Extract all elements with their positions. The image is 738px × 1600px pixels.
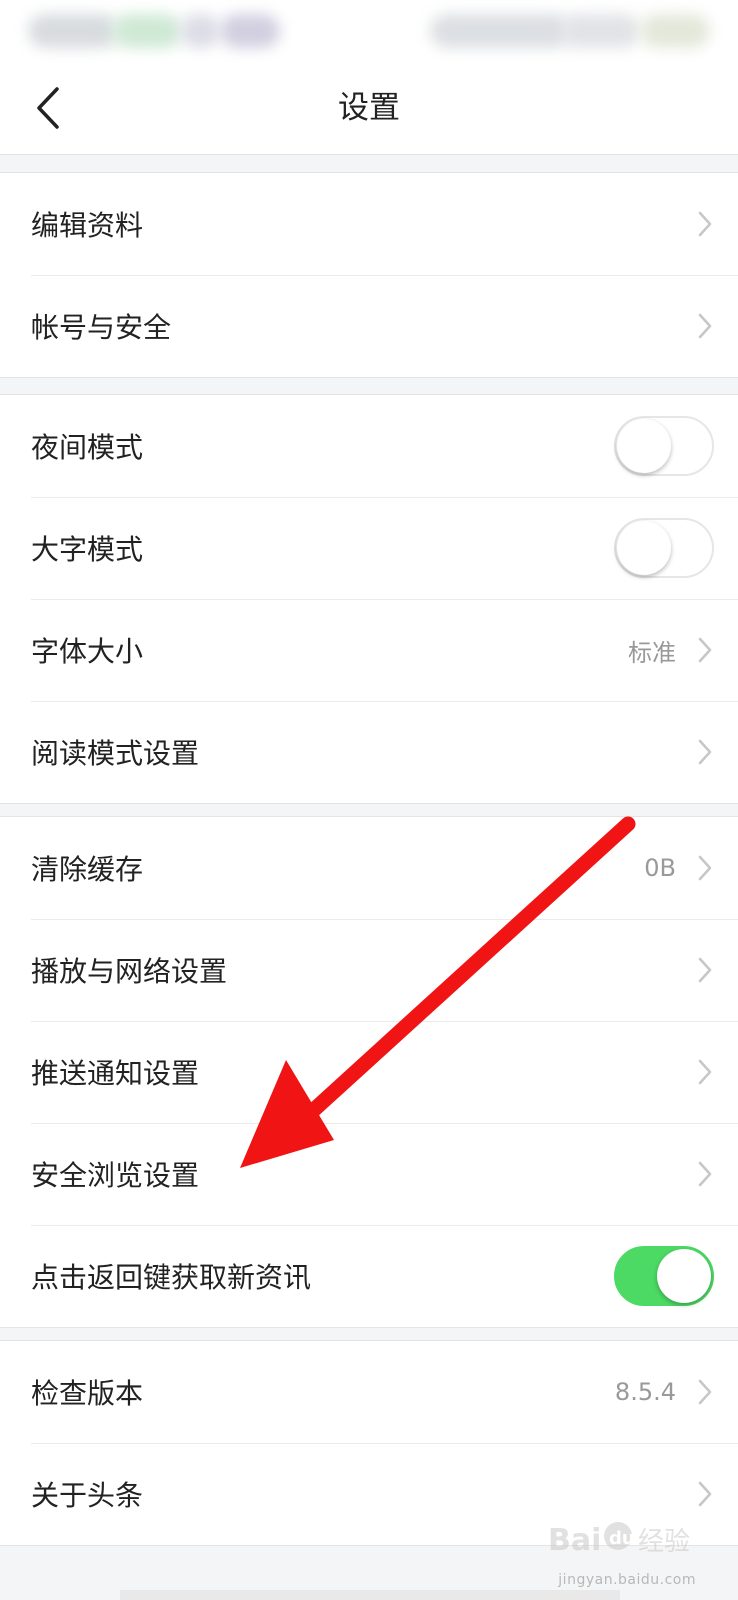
row-font-size[interactable]: 字体大小 标准: [0, 599, 738, 701]
row-label: 阅读模式设置: [31, 737, 200, 770]
row-label: 安全浏览设置: [31, 1159, 200, 1192]
settings-group-general: 清除缓存 0B 播放与网络设置 推送通知设置 安全浏览设置 点击返回键获取新资讯: [0, 816, 738, 1328]
settings-group-display: 夜间模式 大字模式 字体大小 标准 阅读模式设置: [0, 394, 738, 804]
night-mode-toggle[interactable]: [614, 416, 714, 476]
row-night-mode: 夜间模式: [0, 395, 738, 497]
page-title: 设置: [338, 90, 400, 126]
watermark-url: jingyan.baidu.com: [558, 1572, 696, 1588]
version-value: 8.5.4: [614, 1378, 676, 1406]
font-size-value: 标准: [628, 638, 676, 667]
row-label: 检查版本: [31, 1377, 144, 1410]
row-back-key-refresh: 点击返回键获取新资讯: [0, 1225, 738, 1327]
settings-screen: 设置 编辑资料 帐号与安全 夜间模式 大字模式 字体大小 标准 阅读模式设置 清…: [0, 0, 738, 1600]
row-label: 夜间模式: [31, 431, 144, 464]
chevron-right-icon: [696, 635, 714, 665]
row-label: 大字模式: [31, 533, 144, 566]
row-reading-mode-settings[interactable]: 阅读模式设置: [0, 701, 738, 803]
chevron-right-icon: [696, 1159, 714, 1189]
chevron-right-icon: [696, 1057, 714, 1087]
row-label: 清除缓存: [31, 853, 144, 886]
row-label: 关于头条: [31, 1479, 144, 1512]
row-label: 帐号与安全: [31, 311, 172, 344]
baidu-watermark-logo-icon: Bai du 经验: [548, 1522, 690, 1558]
back-key-refresh-toggle[interactable]: [614, 1246, 714, 1306]
svg-text:Bai: Bai: [548, 1523, 601, 1558]
row-playback-network-settings[interactable]: 播放与网络设置: [0, 919, 738, 1021]
back-button[interactable]: [26, 84, 70, 132]
row-label: 推送通知设置: [31, 1057, 200, 1090]
settings-group-profile: 编辑资料 帐号与安全: [0, 172, 738, 378]
row-safe-browsing-settings[interactable]: 安全浏览设置: [0, 1123, 738, 1225]
chevron-right-icon: [696, 1377, 714, 1407]
status-bar-blurred: [0, 0, 738, 62]
chevron-right-icon: [696, 853, 714, 883]
svg-text:经验: 经验: [638, 1527, 690, 1557]
row-label: 播放与网络设置: [31, 955, 228, 988]
large-text-mode-toggle[interactable]: [614, 518, 714, 578]
row-large-text-mode: 大字模式: [0, 497, 738, 599]
row-clear-cache[interactable]: 清除缓存 0B: [0, 817, 738, 919]
chevron-right-icon: [696, 1479, 714, 1509]
chevron-right-icon: [696, 209, 714, 239]
row-label: 字体大小: [31, 635, 144, 668]
bottom-partial-bar: [120, 1590, 620, 1600]
svg-text:du: du: [609, 1528, 635, 1549]
row-label: 点击返回键获取新资讯: [31, 1261, 312, 1294]
row-edit-profile[interactable]: 编辑资料: [0, 173, 738, 275]
navigation-bar: 设置: [0, 62, 738, 155]
back-arrow-icon: [37, 87, 59, 129]
chevron-right-icon: [696, 737, 714, 767]
chevron-right-icon: [696, 311, 714, 341]
row-label: 编辑资料: [31, 209, 144, 242]
row-push-notification-settings[interactable]: 推送通知设置: [0, 1021, 738, 1123]
chevron-right-icon: [696, 955, 714, 985]
row-check-version[interactable]: 检查版本 8.5.4: [0, 1341, 738, 1443]
cache-size-value: 0B: [644, 854, 676, 882]
row-account-security[interactable]: 帐号与安全: [0, 275, 738, 377]
